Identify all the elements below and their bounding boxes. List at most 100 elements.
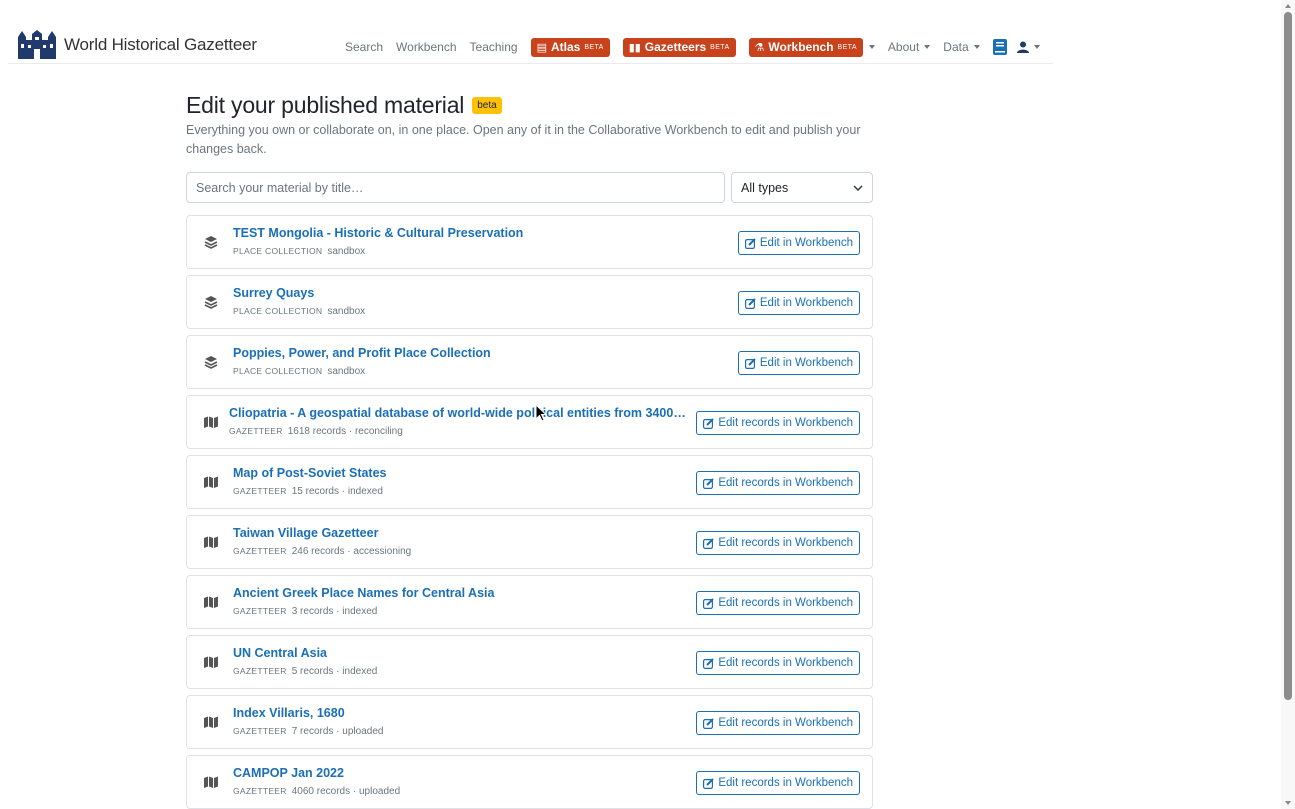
list-item: Map of Post-Soviet States GAZETTEER 15 re… (186, 455, 873, 509)
edit-icon (703, 597, 715, 609)
item-kind: GAZETTEER (233, 666, 287, 676)
list-item: UN Central Asia GAZETTEER 5 records · ind… (186, 635, 873, 689)
edit-button-label: Edit records in Workbench (718, 417, 853, 429)
nav-about-label: About (887, 40, 920, 54)
nav-data-label: Data (943, 40, 969, 54)
item-title-link[interactable]: Taiwan Village Gazetteer (233, 526, 378, 540)
scroll-up-arrow-icon[interactable] (1285, 4, 1291, 8)
edit-in-workbench-button[interactable]: Edit in Workbench (737, 351, 860, 375)
item-status: 15 records · indexed (291, 486, 383, 497)
item-status: 1618 records · reconciling (287, 426, 403, 437)
brand-name: World Historical Gazetteer (64, 35, 257, 54)
edit-in-workbench-button[interactable]: Edit in Workbench (737, 291, 860, 315)
edit-records-in-workbench-button[interactable]: Edit records in Workbench (696, 711, 860, 735)
item-status: sandbox (327, 366, 366, 377)
item-title-link[interactable]: Cliopatria - A geospatial database of wo… (229, 406, 689, 420)
filter-row: All types (186, 172, 873, 203)
chevron-down-icon (853, 184, 863, 191)
edit-records-in-workbench-button[interactable]: Edit records in Workbench (696, 591, 860, 615)
edit-button-label: Edit records in Workbench (718, 537, 853, 549)
chevron-down-icon (924, 45, 931, 49)
navbar: World Historical Gazetteer Search Workbe… (8, 28, 1053, 64)
edit-records-in-workbench-button[interactable]: Edit records in Workbench (696, 411, 860, 435)
edit-button-label: Edit in Workbench (759, 237, 853, 249)
nav-about-dropdown[interactable]: About (887, 40, 931, 54)
item-status: sandbox (327, 306, 366, 317)
map-icon (204, 716, 218, 728)
edit-records-in-workbench-button[interactable]: Edit records in Workbench (696, 651, 860, 675)
item-meta: GAZETTEER 4060 records · uploaded (233, 786, 400, 797)
item-title-link[interactable]: TEST Mongolia - Historic & Cultural Pres… (233, 226, 523, 240)
edit-icon (744, 237, 756, 249)
item-kind: GAZETTEER (233, 606, 287, 616)
list-item: CAMPOP Jan 2022 GAZETTEER 4060 records · … (186, 755, 873, 809)
scrollbar-thumb[interactable] (1284, 12, 1292, 700)
edit-records-in-workbench-button[interactable]: Edit records in Workbench (696, 531, 860, 555)
chevron-down-icon (973, 45, 980, 49)
edit-icon (703, 717, 715, 729)
edit-in-workbench-button[interactable]: Edit in Workbench (737, 231, 860, 255)
list-item: Ancient Greek Place Names for Central As… (186, 575, 873, 629)
item-meta: PLACE COLLECTION sandbox (233, 366, 365, 377)
item-kind: GAZETTEER (233, 786, 287, 796)
edit-button-label: Edit in Workbench (759, 297, 853, 309)
item-meta: GAZETTEER 1618 records · reconciling (229, 426, 403, 437)
search-input[interactable] (186, 172, 725, 203)
nav-gazetteers-label: Gazetteers (644, 40, 707, 54)
item-title-link[interactable]: CAMPOP Jan 2022 (233, 766, 344, 780)
item-status: 3 records · indexed (291, 606, 378, 617)
main-nav: Search Workbench Teaching ▤ Atlas BETA ▮… (345, 37, 1053, 57)
item-title-link[interactable]: Surrey Quays (233, 286, 314, 300)
item-title-link[interactable]: Map of Post-Soviet States (233, 466, 387, 480)
edit-button-label: Edit records in Workbench (718, 657, 853, 669)
item-kind: PLACE COLLECTION (233, 246, 323, 256)
item-title-link[interactable]: Index Villaris, 1680 (233, 706, 345, 720)
item-meta: GAZETTEER 3 records · indexed (233, 606, 377, 617)
list-item: TEST Mongolia - Historic & Cultural Pres… (186, 215, 873, 269)
edit-icon (703, 537, 715, 549)
user-menu-dropdown[interactable] (1016, 41, 1040, 53)
nav-workbench-link[interactable]: Workbench (396, 40, 456, 54)
edit-button-label: Edit records in Workbench (718, 597, 853, 609)
nav-gazetteers-button[interactable]: ▮▮ Gazetteers BETA (622, 37, 736, 57)
map-icon (204, 476, 218, 488)
nav-search-link[interactable]: Search (345, 40, 383, 54)
item-status: 4060 records · uploaded (291, 786, 401, 797)
castle-logo-icon (18, 30, 56, 59)
item-title-link[interactable]: Poppies, Power, and Profit Place Collect… (233, 346, 491, 360)
layers-icon (204, 236, 218, 249)
layers-icon (204, 356, 218, 369)
edit-icon (703, 417, 715, 429)
page-scrollbar[interactable] (1281, 0, 1295, 809)
edit-records-in-workbench-button[interactable]: Edit records in Workbench (696, 471, 860, 495)
item-title-link[interactable]: Ancient Greek Place Names for Central As… (233, 586, 494, 600)
item-kind: GAZETTEER (233, 546, 287, 556)
workbench-dropdown-caret[interactable] (868, 45, 875, 49)
book-icon[interactable] (992, 39, 1007, 55)
item-meta: PLACE COLLECTION sandbox (233, 306, 365, 317)
edit-records-in-workbench-button[interactable]: Edit records in Workbench (696, 771, 860, 795)
nav-workbench-beta: BETA (837, 43, 857, 51)
edit-icon (703, 777, 715, 789)
user-icon (1016, 41, 1029, 53)
book-open-icon: ▮▮ (628, 41, 641, 54)
main-content: Edit your published material beta Everyt… (186, 90, 873, 809)
nav-teaching-link[interactable]: Teaching (470, 40, 518, 54)
nav-workbench-button[interactable]: ⚗ Workbench BETA (748, 37, 863, 57)
edit-icon (744, 357, 756, 369)
edit-icon (744, 297, 756, 309)
nav-atlas-button[interactable]: ▤ Atlas BETA (530, 37, 610, 57)
item-title-link[interactable]: UN Central Asia (233, 646, 327, 660)
nav-data-dropdown[interactable]: Data (943, 40, 980, 54)
map-icon (204, 656, 218, 668)
page-title: Edit your published material (186, 91, 465, 118)
list-item: Index Villaris, 1680 GAZETTEER 7 records … (186, 695, 873, 749)
scroll-down-arrow-icon[interactable] (1285, 801, 1291, 805)
edit-button-label: Edit in Workbench (759, 357, 853, 369)
edit-icon (703, 657, 715, 669)
type-filter-select[interactable]: All types (731, 172, 873, 203)
brand-link[interactable]: World Historical Gazetteer (18, 30, 257, 60)
item-meta: PLACE COLLECTION sandbox (233, 246, 365, 257)
item-status: 7 records · uploaded (291, 726, 384, 737)
map-icon (204, 536, 218, 548)
